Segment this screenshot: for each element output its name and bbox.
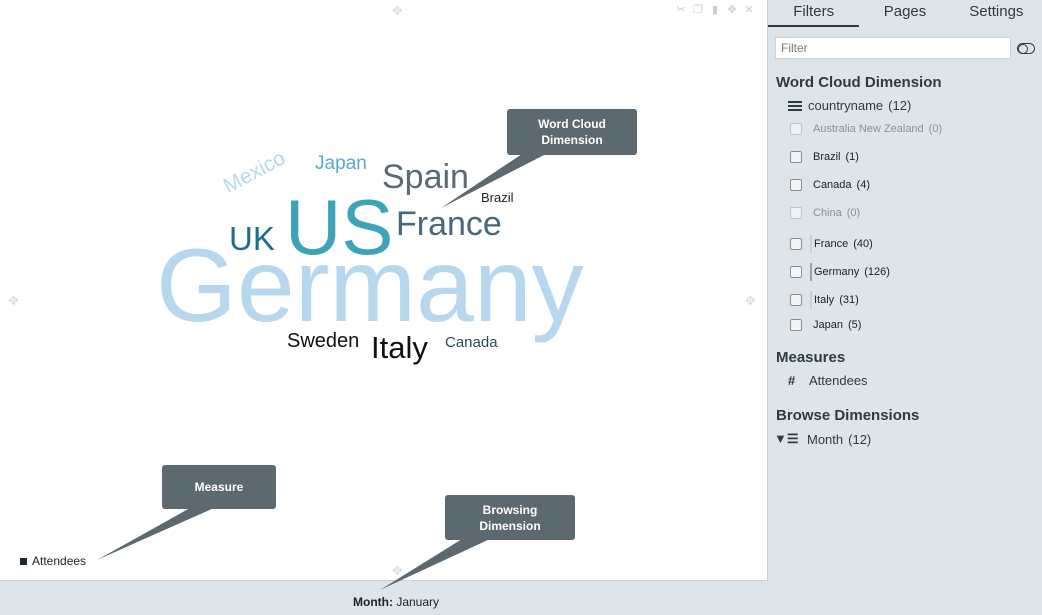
item-label: Germany	[814, 266, 860, 278]
item-count: (5)	[847, 319, 862, 331]
checkbox[interactable]	[790, 123, 802, 135]
word-japan[interactable]: Japan	[315, 154, 367, 173]
browse-label-prefix: Month:	[353, 595, 393, 609]
legend-label: Attendees	[32, 554, 87, 568]
sidebar: Filters Pages Settings Word Cloud Dimens…	[768, 0, 1042, 615]
field-label: Month	[807, 431, 844, 447]
checkbox[interactable]	[790, 294, 802, 306]
word-sweden[interactable]: Sweden	[287, 331, 359, 351]
checkbox[interactable]	[790, 151, 802, 163]
item-count: (1)	[845, 151, 859, 163]
checkbox[interactable]	[790, 179, 802, 191]
measure-legend: Attendees	[20, 554, 86, 568]
field-label: countryname	[808, 98, 884, 113]
tab-settings[interactable]: Settings	[951, 0, 1042, 27]
item-count: (4)	[856, 179, 870, 191]
scissors-icon[interactable]: ✂	[675, 4, 687, 16]
section-title-measures: Measures	[776, 349, 846, 366]
checkbox[interactable]	[790, 266, 802, 278]
item-label: Brazil	[813, 151, 841, 163]
word-uk[interactable]: UK	[229, 222, 275, 255]
checkbox[interactable]	[790, 319, 802, 331]
filter-list-icon: ▼☰	[774, 431, 799, 446]
field-countryname[interactable]: countryname (12)	[788, 98, 911, 113]
callout-browsing-dimension: Browsing Dimension	[445, 495, 575, 540]
checkbox[interactable]	[790, 207, 802, 219]
section-title-wordcloud-dimension: Word Cloud Dimension	[776, 74, 942, 91]
count-bar	[810, 235, 812, 253]
filter-input[interactable]	[775, 37, 1011, 59]
country-filter-item[interactable]: Canada (4)	[790, 179, 870, 191]
resize-handle-top[interactable]: ✥	[392, 4, 403, 17]
resize-handle-bottom[interactable]: ✥	[392, 564, 403, 577]
count-bar	[810, 291, 812, 309]
move-icon[interactable]: ✥	[726, 4, 738, 16]
legend-swatch	[20, 557, 27, 565]
hash-icon: #	[788, 373, 796, 388]
country-filter-item[interactable]: France (40)	[790, 235, 873, 253]
country-filter-item[interactable]: Brazil (1)	[790, 151, 859, 163]
country-filter-item[interactable]: Australia New Zealand (0)	[790, 123, 942, 135]
item-count: (0)	[928, 123, 943, 135]
field-attendees[interactable]: # Attendees	[788, 373, 868, 388]
item-label: Italy	[814, 294, 835, 306]
item-count: (31)	[839, 294, 859, 306]
list-icon	[788, 100, 802, 111]
item-count: (0)	[846, 207, 861, 219]
section-title-browse-dimensions: Browse Dimensions	[776, 407, 920, 424]
toggle-icon[interactable]	[1017, 42, 1035, 54]
copy-icon[interactable]: ❐	[692, 4, 704, 16]
item-label: Australia New Zealand	[813, 123, 924, 135]
widget-toolbar: ✂ ❐ ▮ ✥ ✕	[675, 4, 755, 16]
browse-label-value: January	[396, 595, 440, 609]
callout-wordcloud-dimension: Word Cloud Dimension	[507, 109, 637, 155]
chart-icon[interactable]: ▮	[709, 4, 721, 16]
word-canada[interactable]: Canada	[445, 335, 498, 350]
browse-dimension-label[interactable]: Month: January	[353, 595, 439, 609]
tab-pages[interactable]: Pages	[859, 0, 950, 27]
item-label: Japan	[813, 319, 843, 331]
item-label: China	[813, 207, 842, 219]
tab-filters[interactable]: Filters	[768, 0, 860, 27]
filter-row	[775, 37, 1037, 59]
word-us[interactable]: US	[285, 188, 393, 266]
word-italy[interactable]: Italy	[371, 332, 428, 363]
field-count: (12)	[848, 431, 872, 447]
item-count: (40)	[853, 238, 873, 250]
sidebar-tabs: Filters Pages Settings	[768, 0, 1042, 27]
country-filter-item[interactable]: China (0)	[790, 207, 860, 219]
resize-handle-left[interactable]: ✥	[8, 294, 19, 307]
field-count: (12)	[888, 98, 912, 113]
word-mexico[interactable]: Mexico	[220, 146, 290, 198]
close-icon[interactable]: ✕	[743, 4, 755, 16]
wordcloud-canvas: ✂ ❐ ▮ ✥ ✕ ✥ ✥ ✥ ✥ Germany US Spain Franc…	[0, 0, 768, 581]
item-label: France	[814, 238, 849, 250]
resize-handle-right[interactable]: ✥	[745, 294, 756, 307]
word-france[interactable]: France	[396, 207, 502, 241]
item-count: (126)	[864, 266, 890, 278]
field-label: Attendees	[809, 373, 868, 388]
checkbox[interactable]	[790, 238, 802, 250]
country-filter-item[interactable]: Italy (31)	[790, 291, 859, 309]
item-label: Canada	[813, 179, 852, 191]
country-filter-item[interactable]: Germany (126)	[790, 263, 890, 281]
count-bar	[810, 263, 812, 281]
callout-measure: Measure	[162, 465, 276, 509]
field-month[interactable]: ▼☰ Month (12)	[774, 431, 871, 447]
word-brazil[interactable]: Brazil	[481, 191, 514, 204]
country-filter-item[interactable]: Japan (5)	[790, 319, 861, 331]
word-spain[interactable]: Spain	[382, 160, 469, 194]
